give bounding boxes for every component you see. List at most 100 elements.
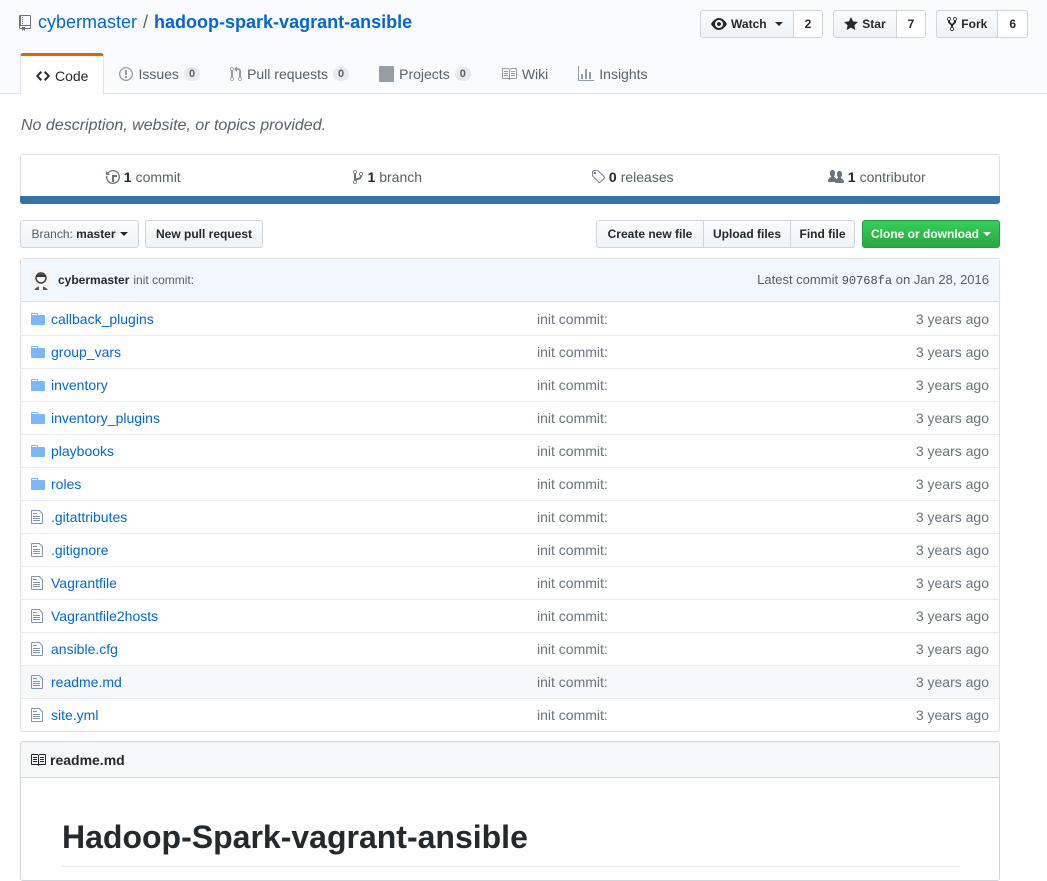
folder-icon — [31, 344, 47, 360]
fork-group: Fork 6 — [936, 10, 1028, 38]
commit-date: on Jan 28, 2016 — [895, 272, 989, 287]
star-button[interactable]: Star — [833, 10, 897, 38]
fork-icon — [947, 16, 958, 32]
git-branch-icon — [353, 169, 364, 184]
releases-count: 0 — [608, 168, 617, 185]
file-name-link[interactable]: Vagrantfile — [51, 575, 537, 591]
watch-button[interactable]: Watch — [700, 10, 794, 38]
commit-message-link[interactable]: init commit: — [133, 273, 194, 287]
fork-label: Fork — [961, 17, 988, 31]
file-commit-age: 3 years ago — [915, 608, 989, 624]
file-name-link[interactable]: ansible.cfg — [51, 641, 537, 657]
file-commit-message-link[interactable]: init commit: — [537, 443, 916, 459]
star-label: Star — [862, 17, 886, 31]
upload-files-button[interactable]: Upload files — [703, 220, 791, 248]
new-pull-request-button[interactable]: New pull request — [145, 220, 263, 248]
file-name-link[interactable]: readme.md — [51, 674, 537, 690]
repo-separator: / — [143, 12, 149, 32]
clone-or-download-button[interactable]: Clone or download — [862, 220, 1000, 248]
folder-icon — [31, 311, 47, 327]
fork-button[interactable]: Fork — [936, 10, 999, 38]
file-commit-age: 3 years ago — [915, 575, 989, 591]
table-row: group_vars init commit: 3 years ago — [21, 335, 999, 368]
file-commit-message-link[interactable]: init commit: — [537, 542, 916, 558]
tab-pull-requests[interactable]: Pull requests 0 — [215, 53, 364, 94]
file-name-link[interactable]: site.yml — [51, 707, 537, 723]
file-icon — [31, 575, 47, 591]
tab-projects-label: Projects — [399, 65, 450, 82]
find-file-button[interactable]: Find file — [790, 220, 855, 248]
folder-icon — [31, 410, 47, 426]
tab-code[interactable]: Code — [20, 53, 105, 95]
repo-owner-link[interactable]: cybermaster — [38, 12, 137, 33]
avatar[interactable] — [31, 270, 51, 290]
create-new-file-button[interactable]: Create new file — [596, 220, 704, 248]
file-commit-message-link[interactable]: init commit: — [537, 311, 916, 327]
file-commit-message-link[interactable]: init commit: — [537, 377, 916, 393]
file-commit-message-link[interactable]: init commit: — [537, 608, 916, 624]
file-commit-message-link[interactable]: init commit: — [537, 476, 916, 492]
file-name-link[interactable]: callback_plugins — [51, 311, 537, 327]
table-row: playbooks init commit: 3 years ago — [21, 434, 999, 467]
readme-box: readme.md Hadoop-Spark-vagrant-ansible — [20, 741, 1000, 881]
watch-label: Watch — [731, 17, 767, 31]
table-row: .gitattributes init commit: 3 years ago — [21, 500, 999, 533]
graph-icon — [578, 65, 595, 81]
file-commit-message-link[interactable]: init commit: — [537, 707, 916, 723]
file-name-link[interactable]: .gitattributes — [51, 509, 537, 525]
file-icon — [31, 542, 47, 558]
file-table: cybermaster init commit: Latest commit 9… — [20, 258, 1000, 732]
commits-count: 1 — [123, 168, 132, 185]
file-name-link[interactable]: roles — [51, 476, 537, 492]
file-commit-message-link[interactable]: init commit: — [537, 575, 916, 591]
table-row: site.yml init commit: 3 years ago — [21, 698, 999, 731]
clone-label: Clone or download — [871, 227, 979, 241]
watch-group: Watch 2 — [700, 10, 824, 38]
file-icon — [31, 674, 47, 690]
file-commit-message-link[interactable]: init commit: — [537, 509, 916, 525]
file-name-link[interactable]: inventory — [51, 377, 537, 393]
repo-name-link[interactable]: hadoop-spark-vagrant-ansible — [154, 12, 412, 33]
file-name-link[interactable]: inventory_plugins — [51, 410, 537, 426]
tab-wiki[interactable]: Wiki — [486, 53, 563, 94]
commits-label: commit — [135, 168, 181, 185]
file-commit-age: 3 years ago — [915, 410, 989, 426]
file-commit-age: 3 years ago — [915, 310, 989, 327]
chevron-down-icon — [119, 232, 128, 236]
table-row: roles init commit: 3 years ago — [21, 467, 999, 500]
watch-count[interactable]: 2 — [793, 10, 824, 38]
file-icon — [31, 641, 47, 657]
file-name-link[interactable]: playbooks — [51, 443, 537, 459]
fork-count[interactable]: 6 — [998, 10, 1028, 38]
star-group: Star 7 — [833, 10, 927, 38]
repo-actions: Watch 2 Star 7 Fork 6 — [700, 10, 1047, 38]
git-pull-request-icon — [230, 65, 243, 81]
folder-icon — [31, 476, 47, 492]
file-name-link[interactable]: group_vars — [51, 344, 537, 360]
language-bar[interactable] — [20, 196, 1000, 204]
branch-select-button[interactable]: Branch: master — [20, 220, 139, 248]
file-name-link[interactable]: .gitignore — [51, 542, 537, 558]
book-icon — [31, 753, 46, 766]
author-avatar-image — [31, 270, 51, 290]
file-commit-message-link[interactable]: init commit: — [537, 344, 916, 360]
contributors-count: 1 — [847, 168, 856, 185]
file-commit-message-link[interactable]: init commit: — [537, 641, 916, 657]
commit-sha-link[interactable]: 90768fa — [842, 274, 892, 288]
tab-issues[interactable]: Issues 0 — [104, 53, 215, 94]
tag-icon — [591, 169, 605, 183]
file-commit-message-link[interactable]: init commit: — [537, 410, 916, 426]
table-row: Vagrantfile init commit: 3 years ago — [21, 566, 999, 599]
table-row: Vagrantfile2hosts init commit: 3 years ago — [21, 599, 999, 632]
file-list: callback_plugins init commit: 3 years ago g… — [21, 302, 999, 731]
tab-issues-label: Issues — [138, 65, 179, 82]
table-row: readme.md init commit: 3 years ago — [21, 665, 999, 698]
folder-icon — [31, 377, 47, 393]
tab-insights[interactable]: Insights — [563, 53, 662, 94]
tab-projects[interactable]: Projects 0 — [364, 53, 486, 94]
code-icon — [36, 70, 50, 81]
file-commit-message-link[interactable]: init commit: — [537, 674, 916, 690]
file-name-link[interactable]: Vagrantfile2hosts — [51, 608, 537, 624]
star-count[interactable]: 7 — [896, 10, 927, 38]
commit-author-link[interactable]: cybermaster — [58, 273, 129, 287]
